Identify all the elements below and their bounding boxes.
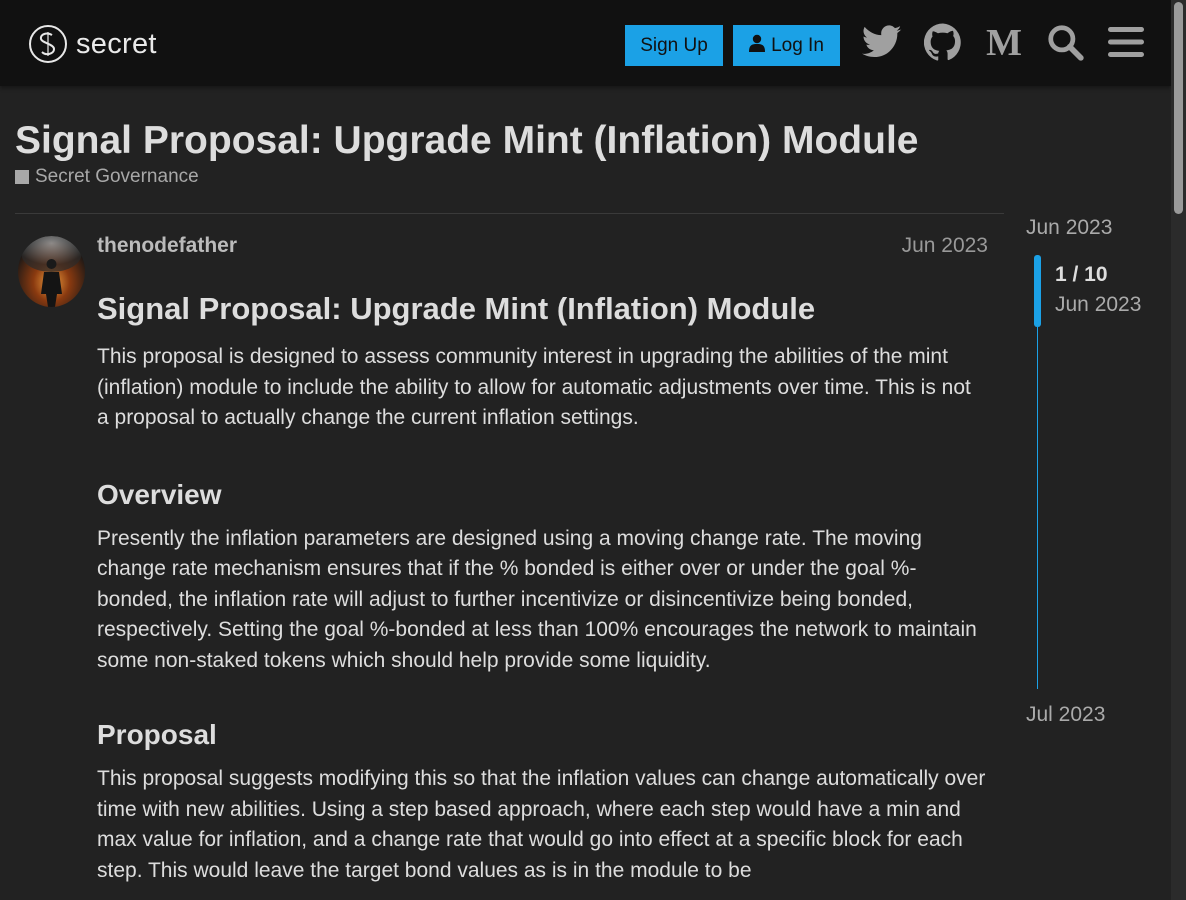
overview-paragraph: Presently the inflation parameters are d… <box>97 526 977 672</box>
timeline-current-date: Jun 2023 <box>1055 293 1142 316</box>
scrollbar-thumb[interactable] <box>1174 2 1183 214</box>
overview-heading: Overview <box>97 478 222 510</box>
category-label: Secret Governance <box>35 166 199 187</box>
category-badge[interactable]: Secret Governance <box>15 166 199 188</box>
category-color-square <box>15 170 29 184</box>
log-in-button[interactable]: Log In <box>733 25 840 66</box>
post-intro-paragraph: This proposal is designed to assess comm… <box>97 345 971 429</box>
secret-logo-icon <box>29 25 67 63</box>
github-icon[interactable] <box>921 20 965 64</box>
sign-up-button[interactable]: Sign Up <box>625 25 723 66</box>
log-in-label: Log In <box>771 34 824 56</box>
post-heading: Signal Proposal: Upgrade Mint (Inflation… <box>97 291 816 326</box>
svg-text:M: M <box>986 25 1022 59</box>
post-author[interactable]: thenodefather <box>97 234 237 258</box>
proposal-paragraph: This proposal suggests modifying this so… <box>97 767 986 882</box>
timeline-scroll-handle[interactable] <box>1034 255 1041 327</box>
post-content: Signal Proposal: Upgrade Mint (Inflation… <box>97 290 987 886</box>
site-header: secret Sign Up Log In M <box>0 0 1171 86</box>
timeline-end-date[interactable]: Jul 2023 <box>1026 703 1105 727</box>
topic-divider <box>15 213 1004 214</box>
menu-icon[interactable] <box>1104 20 1148 64</box>
medium-icon[interactable]: M <box>982 20 1026 64</box>
site-logo[interactable]: secret <box>29 24 157 64</box>
post-date[interactable]: Jun 2023 <box>880 234 988 258</box>
timeline-position: 1 / 10 <box>1055 263 1108 286</box>
logo-text: secret <box>76 27 157 60</box>
topic-title[interactable]: Signal Proposal: Upgrade Mint (Inflation… <box>15 118 918 164</box>
twitter-icon[interactable] <box>860 20 904 64</box>
user-icon <box>749 34 766 58</box>
page-scrollbar[interactable] <box>1171 0 1186 900</box>
timeline-start-date[interactable]: Jun 2023 <box>1026 216 1112 240</box>
proposal-heading: Proposal <box>97 719 217 750</box>
avatar[interactable] <box>18 236 85 307</box>
search-icon[interactable] <box>1043 20 1087 64</box>
